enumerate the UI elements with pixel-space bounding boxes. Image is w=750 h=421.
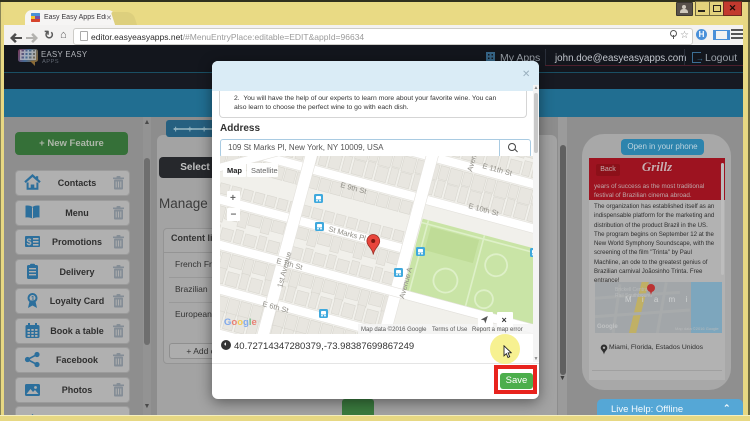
svg-text:−: −	[231, 210, 237, 221]
svg-text:Terms of Use: Terms of Use	[432, 327, 468, 333]
svg-text:+: +	[230, 193, 236, 204]
svg-text:Satellite: Satellite	[251, 166, 278, 175]
svg-text:$: $	[27, 237, 32, 247]
svg-text:Map data ©2016 Google: Map data ©2016 Google	[361, 326, 427, 333]
svg-text:×: ×	[502, 315, 507, 325]
svg-text:Google: Google	[224, 317, 257, 328]
svg-text:Map: Map	[227, 166, 242, 175]
svg-text:Report a map error: Report a map error	[472, 327, 523, 333]
